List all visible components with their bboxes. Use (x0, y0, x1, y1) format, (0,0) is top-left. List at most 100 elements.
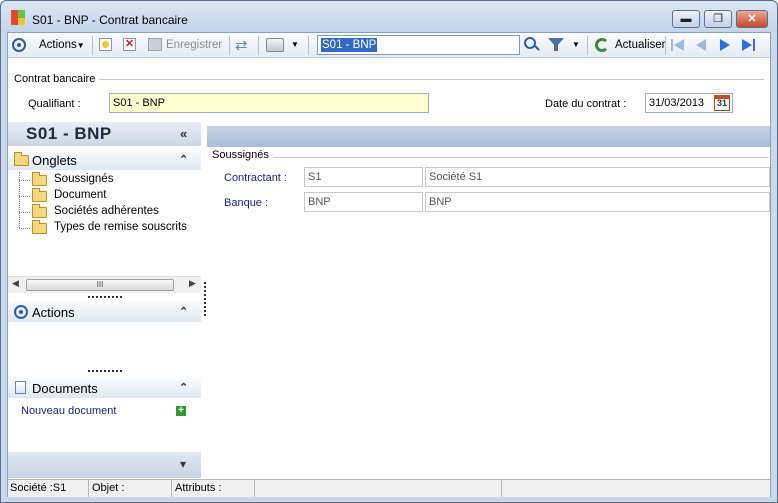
previous-record-icon[interactable] (696, 39, 706, 51)
folder-icon (14, 152, 29, 166)
date-contrat-value: 31/03/2013 (649, 97, 705, 109)
last-record-arrow-icon[interactable] (742, 39, 752, 51)
contrat-section-title: Contrat bancaire (14, 73, 100, 85)
documents-group-header[interactable]: Documents ⌃ (8, 378, 201, 398)
save-button[interactable]: Enregistrer (166, 37, 222, 54)
folder-icon (32, 172, 47, 186)
add-icon[interactable]: + (176, 406, 186, 416)
window-title: S01 - BNP - Contrat bancaire (32, 13, 188, 27)
chevron-up-icon[interactable]: ⌃ (179, 153, 188, 166)
next-record-icon[interactable] (720, 39, 730, 51)
folder-icon (32, 220, 47, 234)
title-bar[interactable]: S01 - BNP - Contrat bancaire ▬ ❐ ✕ (1, 1, 777, 32)
filter-stem-icon (554, 45, 558, 51)
toolbar-separator (258, 36, 259, 55)
first-record-arrow-icon[interactable] (674, 39, 684, 51)
toolbar-separator (229, 36, 230, 55)
main-header-bar (207, 126, 770, 147)
onglets-label: Onglets (32, 153, 77, 168)
onglet-item-document[interactable]: Document (54, 189, 106, 201)
banque-label: Banque : (224, 197, 269, 209)
document-icon (15, 381, 26, 394)
status-societe: Société :S1 (8, 480, 89, 497)
new-document-link[interactable]: Nouveau document (21, 405, 116, 417)
left-panel: S01 - BNP « Onglets ⌃ Soussignés Documen… (8, 122, 201, 478)
chevron-up-icon[interactable]: ⌃ (179, 305, 188, 318)
search-input[interactable]: S01 - BNP (321, 38, 378, 52)
tree-line (19, 196, 30, 197)
calendar-icon[interactable]: 31 (714, 95, 730, 111)
onglet-item-soussignes[interactable]: Soussignés (54, 173, 113, 185)
maximize-button[interactable]: ❐ (704, 10, 732, 28)
status-objet: Objet : (90, 480, 172, 497)
vertical-splitter-grip[interactable] (204, 282, 206, 316)
contractant-label: Contractant : (224, 172, 287, 184)
left-panel-footer: ▾ (8, 452, 201, 478)
toolbar-separator (308, 36, 309, 55)
tree-line (19, 212, 30, 213)
toolbar: Actions▼ ✕ Enregistrer ⇄ ▼ S01 - BNP ▼ A… (8, 33, 770, 58)
print-chevron-down-icon[interactable]: ▼ (291, 40, 299, 49)
search-box[interactable]: S01 - BNP (317, 35, 520, 55)
sync-icon[interactable]: ⇄ (235, 36, 248, 54)
last-record-icon[interactable] (753, 39, 755, 51)
minimize-button[interactable]: ▬ (672, 10, 700, 28)
actions-icon (14, 305, 28, 319)
actions-radio-icon[interactable] (12, 38, 26, 52)
scroll-right-icon[interactable]: ▶ (189, 278, 196, 289)
refresh-button[interactable]: Actualiser (615, 37, 666, 54)
banque-name-field[interactable]: BNP (425, 192, 770, 212)
left-panel-title: S01 - BNP (26, 124, 112, 143)
soussignes-section-title: Soussignés (212, 149, 273, 161)
onglet-item-types-remise[interactable]: Types de remise souscrits (54, 221, 201, 233)
collapse-panel-icon[interactable]: « (180, 126, 187, 141)
actions-label: Actions (32, 305, 75, 320)
toolbar-separator (665, 36, 666, 55)
tree-horizontal-scrollbar[interactable]: ◀ III ▶ (8, 276, 201, 293)
qualifiant-label: Qualifiant : (28, 98, 81, 110)
actions-group-header[interactable]: Actions ⌃ (8, 302, 201, 322)
actions-menu-label: Actions (39, 39, 77, 51)
filter-chevron-down-icon[interactable]: ▼ (572, 40, 580, 49)
splitter-grip[interactable] (88, 296, 122, 298)
save-icon[interactable] (148, 38, 162, 51)
banque-code-field[interactable]: BNP (304, 192, 423, 212)
section-rule (14, 79, 764, 80)
new-document-icon[interactable] (99, 38, 112, 51)
scroll-left-icon[interactable]: ◀ (12, 278, 19, 289)
left-panel-header: S01 - BNP « (8, 122, 201, 146)
tree-line (19, 228, 30, 229)
actions-menu-button[interactable]: Actions▼ (39, 37, 85, 54)
chevron-up-icon[interactable]: ⌃ (179, 381, 188, 394)
date-contrat-label: Date du contrat : (545, 98, 627, 110)
onglet-item-societes-adherentes[interactable]: Sociétés adhérentes (54, 205, 159, 217)
first-record-icon[interactable] (671, 39, 673, 51)
qualifiant-field[interactable]: S01 - BNP (109, 93, 429, 113)
splitter-grip[interactable] (88, 370, 122, 372)
contractant-code-field[interactable]: S1 (304, 167, 423, 187)
chevron-down-icon[interactable]: ▾ (180, 457, 186, 471)
delete-icon[interactable]: ✕ (123, 38, 136, 51)
section-rule (212, 157, 769, 158)
onglets-group-header[interactable]: Onglets ⌃ (8, 150, 201, 170)
search-handle-icon (534, 45, 540, 51)
scroll-thumb[interactable]: III (26, 279, 174, 291)
refresh-icon[interactable] (595, 38, 609, 52)
status-attributs: Attributs : (173, 480, 255, 497)
toolbar-separator (587, 36, 588, 55)
folder-icon (32, 204, 47, 218)
client-area: Actions▼ ✕ Enregistrer ⇄ ▼ S01 - BNP ▼ A… (7, 32, 771, 497)
date-contrat-field[interactable]: 31/03/2013 31 (645, 93, 733, 113)
toolbar-separator (92, 36, 93, 55)
print-icon[interactable] (266, 38, 284, 52)
app-window: S01 - BNP - Contrat bancaire ▬ ❐ ✕ Actio… (0, 0, 778, 503)
documents-label: Documents (32, 381, 98, 396)
chevron-down-icon: ▼ (76, 41, 85, 50)
folder-icon (32, 188, 47, 202)
close-button[interactable]: ✕ (736, 10, 768, 28)
tree-line (19, 180, 30, 181)
contractant-name-field[interactable]: Société S1 (425, 167, 770, 187)
status-bar: Société :S1 Objet : Attributs : (8, 479, 770, 497)
status-panel (256, 480, 502, 497)
app-icon (11, 10, 25, 25)
